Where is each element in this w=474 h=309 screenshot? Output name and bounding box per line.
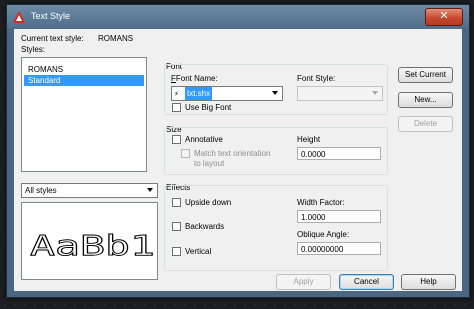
preview-sample: AaBb12	[30, 229, 157, 263]
new-style-button[interactable]: New...	[398, 92, 453, 108]
upside-down-checkbox[interactable]	[172, 198, 181, 207]
font-name-label: FFont Name:	[171, 74, 218, 83]
autocad-app-icon	[13, 11, 25, 23]
current-style-label: Current text style:	[21, 34, 84, 43]
dialog-body: Current text style: ROMANS Styles: ROMAN…	[14, 29, 462, 291]
current-style-value: ROMANS	[98, 34, 134, 43]
styles-filter-value: All styles	[25, 186, 57, 195]
width-factor-input[interactable]: 1.0000	[297, 210, 381, 223]
preview-sample-text: AaBb12	[30, 229, 157, 262]
styles-label: Styles:	[21, 45, 46, 54]
styles-list[interactable]: ROMANS Standard	[21, 57, 147, 172]
chevron-down-icon	[147, 188, 153, 192]
style-list-item-romans[interactable]: ROMANS	[22, 64, 146, 75]
oblique-angle-label: Oblique Angle:	[297, 230, 350, 239]
annotative-label: Annotative	[185, 135, 223, 144]
upside-down-label: Upside down	[185, 198, 232, 207]
close-icon: ✕	[439, 10, 449, 22]
width-factor-label: Width Factor:	[297, 198, 345, 207]
match-orientation-label-line1: Match text orientation	[194, 149, 271, 158]
shx-font-icon: ⚡	[174, 91, 179, 98]
use-big-font-checkbox[interactable]	[172, 103, 181, 112]
match-orientation-label-line2: to layout	[194, 159, 225, 168]
font-style-dropdown[interactable]	[297, 86, 383, 101]
style-list-item-standard[interactable]: Standard	[24, 75, 144, 86]
annotative-checkbox[interactable]	[172, 135, 181, 144]
font-name-dropdown[interactable]: ⚡ txt.shx	[171, 86, 283, 101]
font-name-value: txt.shx	[185, 87, 213, 100]
text-style-dialog: Text Style ✕ Current text style: ROMANS …	[6, 4, 470, 298]
font-style-label: Font Style:	[297, 74, 336, 83]
backwards-label: Backwards	[185, 222, 225, 231]
set-current-button[interactable]: Set Current	[398, 67, 453, 83]
backwards-checkbox[interactable]	[172, 222, 181, 231]
apply-button[interactable]: Apply	[276, 274, 331, 290]
window-title: Text Style	[31, 11, 71, 21]
vertical-checkbox[interactable]	[172, 247, 181, 256]
style-preview: AaBb12	[21, 202, 158, 280]
delete-style-button[interactable]: Delete	[398, 116, 453, 132]
height-input[interactable]: 0.0000	[297, 147, 381, 160]
title-bar[interactable]: Text Style ✕	[7, 5, 469, 29]
match-orientation-checkbox[interactable]	[181, 149, 190, 158]
vertical-label: Vertical	[185, 247, 212, 256]
cancel-button[interactable]: Cancel	[339, 274, 394, 290]
height-label: Height	[297, 135, 321, 144]
chevron-down-icon	[272, 91, 278, 95]
chevron-down-icon	[372, 91, 378, 95]
close-button[interactable]: ✕	[425, 8, 463, 26]
styles-filter-dropdown[interactable]: All styles	[21, 183, 158, 198]
help-button[interactable]: Help	[401, 274, 456, 290]
use-big-font-label: Use Big Font	[185, 103, 232, 112]
oblique-angle-input[interactable]: 0.00000000	[297, 242, 381, 255]
